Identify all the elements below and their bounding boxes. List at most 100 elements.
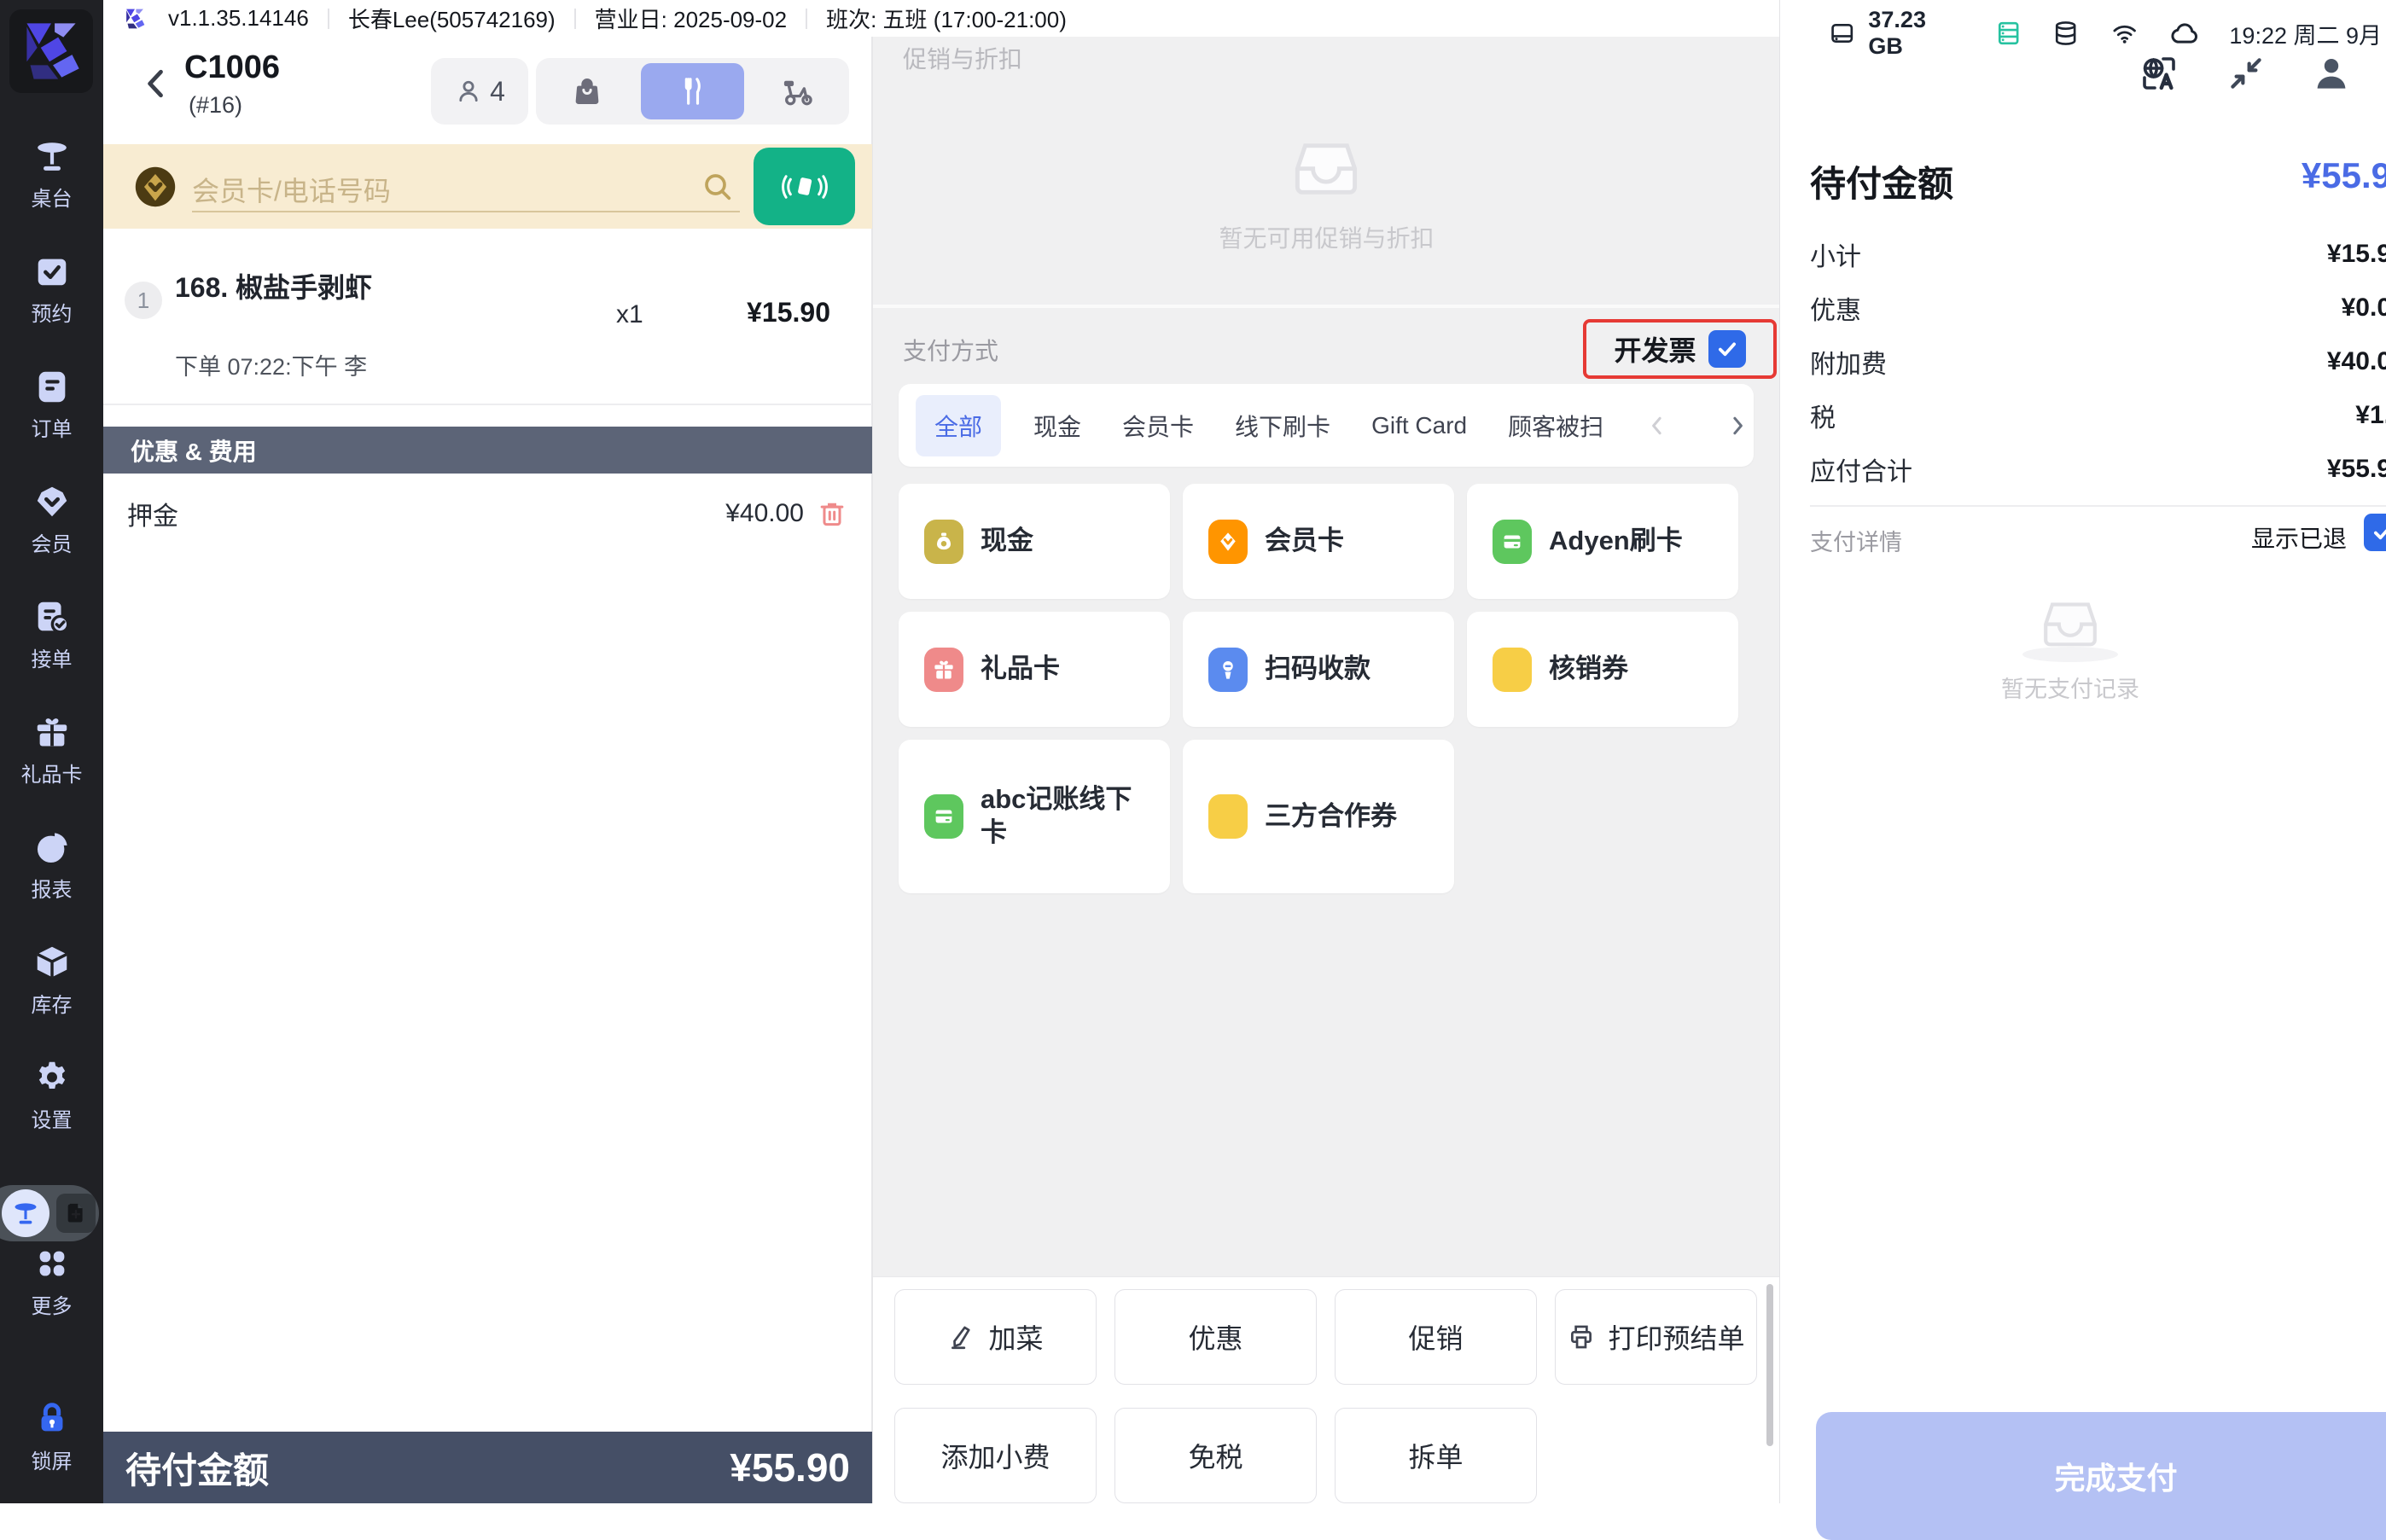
delivery-tab[interactable]	[747, 58, 849, 125]
payment-method-member-card[interactable]: 会员卡	[1183, 484, 1454, 599]
item-qty: x1	[616, 300, 643, 329]
business-day: 营业日: 2025-09-02	[595, 3, 787, 34]
add-dish-button[interactable]: 加菜	[894, 1289, 1097, 1385]
scan-member-card-button[interactable]	[754, 148, 855, 225]
payment-method-qr-scan[interactable]: 扫码收款	[1183, 612, 1454, 727]
system-status-bar: 37.23 GB 19:22 周二 9月	[1780, 7, 2382, 60]
promotion-button[interactable]: 促销	[1335, 1289, 1537, 1385]
summary-label: 应付合计	[1810, 450, 1912, 488]
scooter-icon	[780, 73, 816, 109]
operator-name: 长春Lee(505742169)	[348, 3, 556, 34]
language-translate-icon[interactable]	[2139, 53, 2179, 94]
item-quantity-badge: 1	[125, 282, 162, 319]
storage-free: 37.23 GB	[1868, 7, 1965, 60]
summary-value: ¥0.0	[2342, 293, 2386, 323]
discount-button[interactable]: 优惠	[1114, 1289, 1317, 1385]
collapse-icon[interactable]	[2227, 55, 2265, 92]
takeout-tab[interactable]	[536, 58, 638, 125]
sidebar-item-label: 锁屏	[32, 1444, 73, 1474]
chevron-right-icon[interactable]	[1725, 413, 1750, 439]
tab-member-card[interactable]: 会员卡	[1122, 409, 1194, 443]
summary-value: ¥15.9	[2327, 240, 2386, 269]
sidebar-item-label: 库存	[32, 988, 73, 1018]
database-icon	[2051, 19, 2080, 48]
tab-cash[interactable]: 现金	[1033, 409, 1081, 443]
tab-offline-card[interactable]: 线下刷卡	[1235, 409, 1330, 443]
table-icon	[11, 1199, 40, 1228]
complete-payment-button[interactable]: 完成支付	[1816, 1412, 2386, 1540]
item-name[interactable]: 168. 椒盐手剥虾	[175, 266, 372, 305]
order-actions-bar: 加菜 优惠 促销 打印预结单 添加小费 免税 拆单	[873, 1276, 1780, 1503]
back-button[interactable]	[137, 65, 175, 102]
payment-method-partner-voucher[interactable]: 三方合作券	[1183, 740, 1454, 893]
tab-customer-scan[interactable]: 顾客被扫	[1508, 409, 1603, 443]
payment-method-verify-voucher[interactable]: 核销券	[1467, 612, 1738, 727]
scan-icon	[1208, 648, 1248, 692]
sidebar-item-tables[interactable]: 桌台	[0, 137, 103, 212]
payment-records-empty-text: 暂无支付记录	[1780, 671, 2360, 704]
payment-method-cash[interactable]: 现金	[899, 484, 1170, 599]
sidebar-item-reports[interactable]: 报表	[0, 828, 103, 903]
sidebar-item-members[interactable]: 会员	[0, 482, 103, 557]
order-panel: C1006 (#16) 4 会员卡/电话号码 1 168. 椒盐手剥虾 x1 ¥…	[103, 0, 872, 1503]
summary-label: 优惠	[1810, 289, 1861, 327]
split-order-button[interactable]: 拆单	[1335, 1408, 1537, 1503]
payment-method-gift-card[interactable]: 礼品卡	[899, 612, 1170, 727]
fee-row: 押金 ¥40.00	[103, 488, 872, 539]
show-refunded-checkbox-checked[interactable]	[2364, 514, 2386, 551]
payment-method-adyen[interactable]: Adyen刷卡	[1467, 484, 1738, 599]
new-order-icon	[64, 1201, 88, 1225]
summary-value: ¥55.9	[2327, 455, 2386, 484]
member-search-input[interactable]: 会员卡/电话号码	[192, 170, 391, 209]
sidebar-item-reservations[interactable]: 预约	[0, 252, 103, 327]
dine-in-tab-selected[interactable]	[641, 63, 743, 119]
payment-method-label: Adyen刷卡	[1549, 525, 1683, 558]
box-icon	[32, 943, 72, 982]
lock-icon	[32, 1399, 72, 1438]
amount-due-label: 待付金额	[1810, 155, 1953, 207]
sidebar-item-orders[interactable]: 订单	[0, 367, 103, 442]
guest-count-button[interactable]: 4	[431, 58, 528, 125]
scrollbar-thumb[interactable]	[1766, 1284, 1773, 1446]
payment-method-label: 扫码收款	[1265, 653, 1370, 686]
trash-icon[interactable]	[816, 497, 848, 530]
sidebar-item-lock-screen[interactable]: 锁屏	[0, 1399, 103, 1474]
tab-gift-card[interactable]: Gift Card	[1371, 412, 1467, 439]
chevron-left-icon[interactable]	[1644, 413, 1670, 439]
payment-method-label: 会员卡	[1265, 525, 1344, 558]
sidebar-item-gift-cards[interactable]: 礼品卡	[0, 712, 103, 787]
person-icon	[454, 77, 483, 106]
print-pre-bill-button[interactable]: 打印预结单	[1555, 1289, 1757, 1385]
promotions-title: 促销与折扣	[903, 41, 1022, 75]
table-mode-active[interactable]	[2, 1189, 49, 1237]
sidebar-item-more[interactable]: 更多	[0, 1244, 103, 1319]
tab-all[interactable]: 全部	[916, 395, 1001, 456]
member-badge-icon	[32, 482, 72, 521]
order-type-segmented	[536, 58, 849, 125]
summary-row-tax: 税 ¥1.	[1810, 398, 2386, 433]
cloud-icon	[2168, 17, 2200, 49]
search-icon[interactable]	[701, 170, 735, 204]
cutlery-icon	[675, 74, 709, 108]
payment-method-abc-offline-card[interactable]: abc记账线下卡	[899, 740, 1170, 893]
action-label: 免税	[1188, 1436, 1242, 1475]
sidebar-item-settings[interactable]: 设置	[0, 1058, 103, 1133]
payment-methods-title: 支付方式	[903, 333, 998, 367]
payment-tabs: 全部 现金 会员卡 线下刷卡 Gift Card 顾客被扫	[899, 384, 1754, 467]
amount-due-value: ¥55.9	[2302, 155, 2386, 196]
invoice-checkbox-checked[interactable]	[1708, 330, 1746, 368]
sidebar-item-incoming-orders[interactable]: 接单	[0, 597, 103, 672]
quick-order-mode[interactable]	[56, 1194, 96, 1233]
add-tip-button[interactable]: 添加小费	[894, 1408, 1097, 1503]
payment-method-label: 三方合作券	[1265, 800, 1397, 834]
order-id: (#16)	[189, 92, 242, 119]
sidebar-item-inventory[interactable]: 库存	[0, 943, 103, 1018]
user-profile-icon[interactable]	[2311, 53, 2352, 94]
sidebar-item-label: 接单	[32, 642, 73, 672]
table-mode-toggle[interactable]	[0, 1185, 99, 1241]
tax-exempt-button[interactable]: 免税	[1114, 1408, 1317, 1503]
cash-icon	[924, 520, 963, 564]
voucher-icon	[1208, 794, 1248, 839]
brand-logo	[9, 9, 93, 93]
summary-row-subtotal: 小计 ¥15.9	[1810, 237, 2386, 271]
